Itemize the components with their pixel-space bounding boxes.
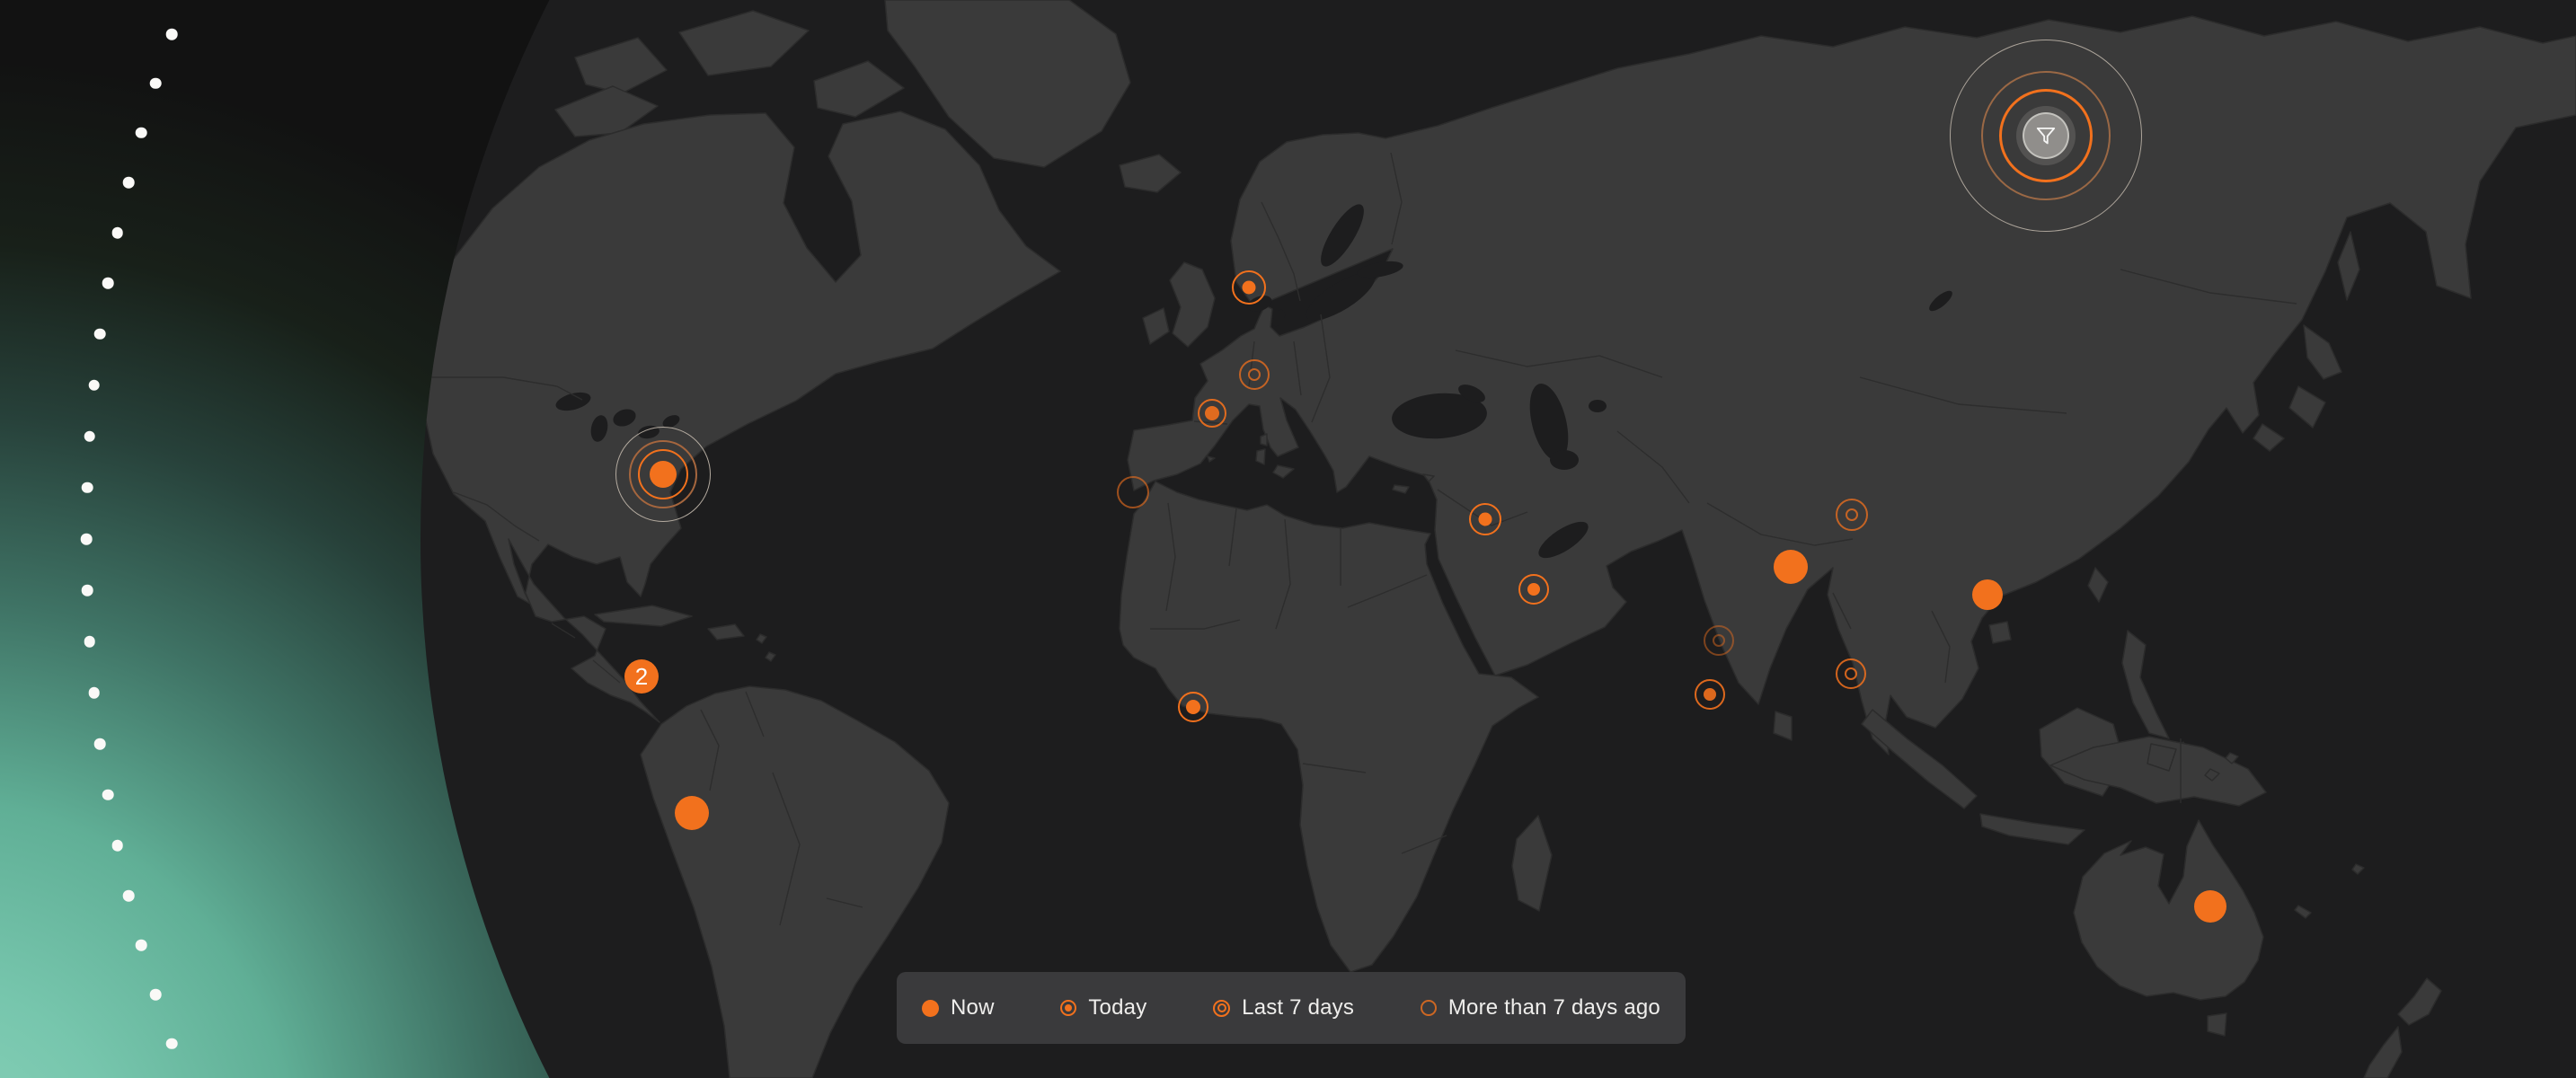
marker-ring <box>1950 40 2142 232</box>
marker-ring <box>1846 508 1858 521</box>
app-canvas: 2 Now Today Last 7 days More than 7 days… <box>0 0 2576 1078</box>
marker-dot <box>1972 579 2003 610</box>
legend-item-today: Today <box>1060 995 1146 1021</box>
marker-dot <box>1205 406 1219 420</box>
marker-ring <box>1845 667 1857 680</box>
marker-ring <box>1713 634 1725 647</box>
world-map[interactable] <box>0 0 2576 1078</box>
map-legend: Now Today Last 7 days More than 7 days a… <box>897 972 1686 1044</box>
marker-dot <box>1186 700 1200 714</box>
legend-older-icon <box>1421 1000 1437 1016</box>
legend-now-label: Now <box>951 995 995 1021</box>
marker-dot <box>675 796 709 830</box>
legend-now-icon <box>922 1000 939 1017</box>
marker-dot <box>2194 890 2226 923</box>
marker-dot <box>1527 583 1540 596</box>
legend-item-now: Now <box>922 995 995 1021</box>
marker-dot <box>650 461 677 488</box>
legend-older-label: More than 7 days ago <box>1448 995 1660 1021</box>
marker-ring <box>1117 476 1149 508</box>
legend-last7-label: Last 7 days <box>1242 995 1354 1021</box>
legend-last7-icon <box>1213 1000 1230 1017</box>
marker-dot <box>1704 688 1716 701</box>
marker-dot <box>1774 550 1808 584</box>
legend-item-older: More than 7 days ago <box>1421 995 1660 1021</box>
marker-ring <box>1248 368 1261 381</box>
cluster-count: 2 <box>635 665 648 688</box>
marker-dot <box>1479 513 1492 526</box>
marker-dot <box>1243 281 1256 295</box>
legend-today-icon <box>1060 1000 1076 1016</box>
legend-today-label: Today <box>1088 995 1146 1021</box>
marker-dot: 2 <box>624 659 659 694</box>
legend-item-last7: Last 7 days <box>1213 995 1354 1021</box>
